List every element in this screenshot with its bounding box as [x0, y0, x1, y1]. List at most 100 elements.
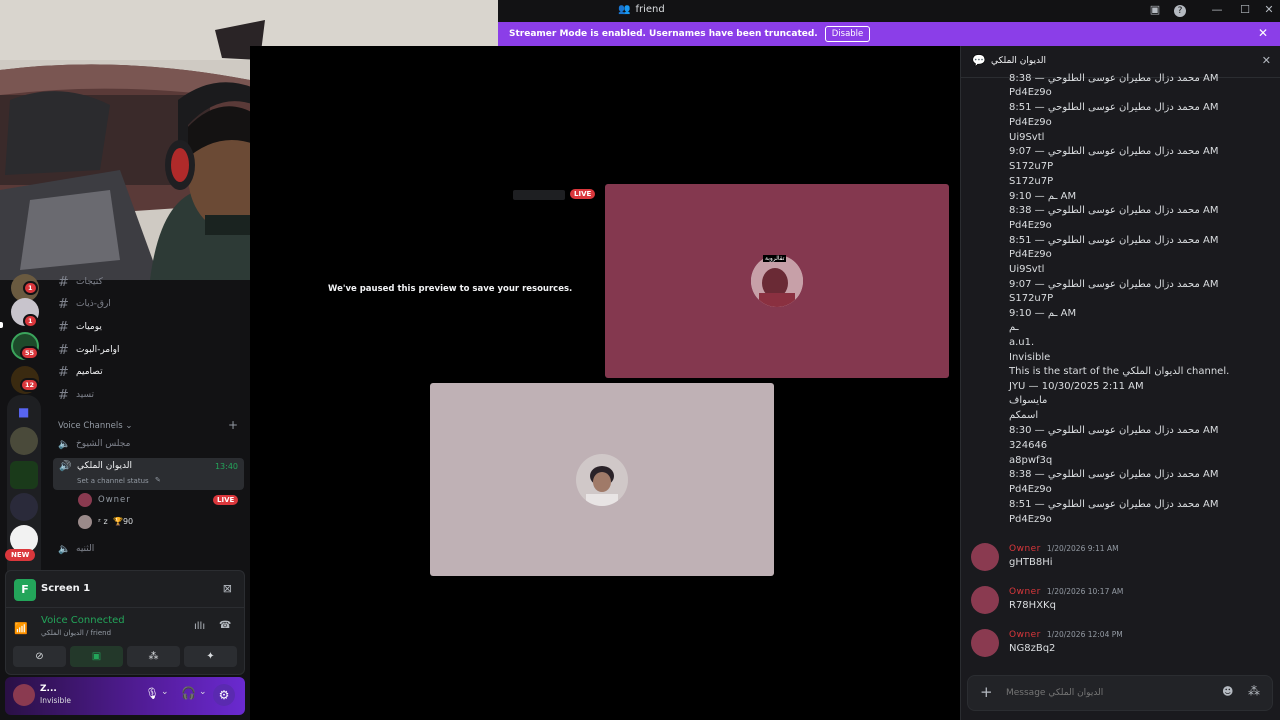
screen-share-button[interactable]: ▣ — [70, 646, 123, 667]
chat-log-line: 9:07 — محمد دزال مطيران عوسى الطلوحي AM — [1009, 279, 1219, 290]
chat-log-line: S172u7P — [1009, 176, 1054, 187]
noise-suppression-icon[interactable]: ıllı — [194, 621, 205, 632]
channel-item[interactable]: # اوامر-البوت — [58, 340, 244, 360]
chat-log-line: 324646 — [1009, 440, 1048, 451]
inbox-icon[interactable]: ▣ — [1146, 3, 1164, 16]
folder-icon: ■ — [18, 405, 30, 419]
disconnect-icon[interactable]: ☎ — [219, 620, 231, 631]
hash-icon: # — [58, 319, 69, 335]
chat-log-line: مايسواف — [1009, 395, 1048, 406]
voice-channel-item[interactable]: 🔈 مجلس الشيوخ — [58, 434, 244, 454]
chevron-down-icon[interactable]: ⌄ — [199, 687, 207, 697]
camera-off-icon: ⊘ — [35, 651, 44, 662]
disable-streamer-mode-button[interactable]: Disable — [824, 26, 871, 42]
avatar — [78, 515, 92, 529]
chevron-down-icon[interactable]: ⌄ — [161, 687, 169, 697]
username[interactable]: Z... — [40, 684, 57, 694]
help-icon[interactable]: ? — [1174, 5, 1186, 17]
soundboard-button[interactable]: ✦ — [184, 646, 237, 667]
voice-channels-header[interactable]: Voice Channels ⌄ — [58, 421, 132, 431]
unread-indicator — [0, 322, 3, 328]
channel-item[interactable]: # يوميات — [58, 317, 244, 337]
server-icon[interactable] — [10, 493, 38, 521]
message-text: NG8zBq2 — [1009, 643, 1056, 654]
stop-screen-share-icon[interactable]: ⊠ — [223, 582, 232, 595]
chat-log-line: 8:38 — محمد دزال مطيران عوسى الطلوحي AM — [1009, 469, 1219, 480]
hash-icon: # — [58, 342, 69, 358]
minimize-button[interactable]: — — [1208, 3, 1226, 16]
message-input[interactable] — [1006, 685, 1206, 701]
chat-channel-title: الديوان الملكي — [991, 56, 1046, 66]
channel-status[interactable]: Set a channel status — [77, 477, 149, 485]
channel-item[interactable]: # تصاميم — [58, 362, 244, 382]
voice-connected-status[interactable]: Voice Connected — [41, 615, 125, 626]
channel-item[interactable]: # ارق-ذيات — [58, 294, 244, 314]
chat-log-line: S172u7P — [1009, 161, 1054, 172]
add-channel-icon[interactable]: + — [228, 418, 238, 432]
screen-share-app-icon: F — [14, 579, 36, 601]
message-author[interactable]: Owner — [1009, 587, 1041, 597]
chat-log-line: S172u7P — [1009, 293, 1054, 304]
chat-log-line: 8:51 — محمد دزال مطيران عوسى الطلوحي AM — [1009, 499, 1219, 510]
hash-icon: # — [58, 296, 69, 312]
participant-avatar — [576, 454, 628, 506]
avatar — [78, 493, 92, 507]
participant-tile[interactable] — [430, 383, 774, 576]
channel-item[interactable]: # كتيجات — [58, 272, 244, 292]
screen-share-icon: ▣ — [91, 651, 102, 662]
message-author[interactable]: Owner — [1009, 630, 1041, 640]
chat-log-line: ـم — 9:10 AM — [1009, 191, 1077, 202]
message-author[interactable]: Owner — [1009, 544, 1041, 554]
avatar[interactable] — [971, 543, 999, 571]
friends-icon: 👥 — [618, 4, 631, 15]
add-attachment-icon[interactable]: + — [980, 683, 993, 701]
avatar[interactable] — [971, 629, 999, 657]
chat-log-line: 8:38 — محمد دزال مطيران عوسى الطلوحي AM — [1009, 73, 1219, 84]
title-bar: 👥 friend ▣ ? — ☐ ✕ — [498, 0, 1280, 22]
server-icon[interactable] — [10, 427, 38, 455]
camera-button[interactable]: ⊘ — [13, 646, 66, 667]
hash-icon: # — [58, 364, 69, 380]
voice-channel-item[interactable]: 🔈 الثنيه — [58, 539, 244, 559]
chat-log-line: ـم — 9:10 AM — [1009, 308, 1077, 319]
close-chat-icon[interactable]: ✕ — [1262, 54, 1271, 67]
chat-log-line: Pd4Ez9o — [1009, 117, 1052, 128]
apps-icon[interactable]: ⁂ — [1248, 684, 1260, 698]
chat-log-line: a.u1. — [1009, 337, 1035, 348]
signal-icon[interactable]: 📶 — [14, 622, 28, 635]
maximize-button[interactable]: ☐ — [1236, 3, 1254, 16]
mention-badge: 55 — [20, 346, 40, 360]
window-title: 👥 friend — [618, 4, 665, 15]
headphones-icon[interactable]: 🎧 — [181, 686, 196, 700]
chat-log-line: ـم — [1009, 322, 1019, 333]
voice-timer: 13:40 — [214, 462, 238, 471]
pencil-icon[interactable]: ✎ — [155, 476, 161, 484]
avatar[interactable] — [971, 586, 999, 614]
activities-button[interactable]: ⁂ — [127, 646, 180, 667]
server-icon[interactable] — [10, 461, 38, 489]
mention-badge: 1 — [23, 281, 38, 295]
voice-member-name[interactable]: ᶻ z — [98, 517, 108, 526]
avatar[interactable] — [13, 684, 35, 706]
voice-text-chat: 💬 الديوان الملكي ✕ 8:38 — محمد دزال مطير… — [960, 46, 1280, 720]
close-window-button[interactable]: ✕ — [1260, 3, 1278, 16]
microphone-icon[interactable]: 🎙 — [145, 687, 159, 700]
stream-username-placeholder — [513, 190, 565, 200]
channel-item[interactable]: # تسيد — [58, 385, 244, 405]
soundboard-icon: ✦ — [206, 651, 215, 662]
participant-tile[interactable]: تقالروبة — [605, 184, 949, 378]
chat-log-line: Ui9Svtl — [1009, 132, 1045, 143]
chat-log-line: Pd4Ez9o — [1009, 249, 1052, 260]
close-banner-icon[interactable]: ✕ — [1258, 26, 1268, 40]
chat-log-line: This is the start of the الديوان الملكي … — [1009, 366, 1230, 377]
chat-log-line: 8:30 — محمد دزال مطيران عوسى الطلوحي AM — [1009, 425, 1219, 436]
avatar-image — [751, 255, 803, 307]
settings-gear-icon[interactable]: ⚙ — [213, 684, 235, 706]
voice-member-name[interactable]: Owner — [98, 495, 131, 505]
emoji-icon[interactable]: ☻ — [1222, 685, 1233, 698]
speaker-icon: 🔊 — [59, 461, 72, 472]
voice-location[interactable]: الديوان الملكي / friend — [41, 629, 111, 637]
chat-log-line: 8:51 — محمد دزال مطيران عوسى الطلوحي AM — [1009, 235, 1219, 246]
active-voice-channel[interactable]: 🔊 الديوان الملكي 13:40 Set a channel sta… — [53, 458, 244, 490]
chat-log-line: Pd4Ez9o — [1009, 220, 1052, 231]
